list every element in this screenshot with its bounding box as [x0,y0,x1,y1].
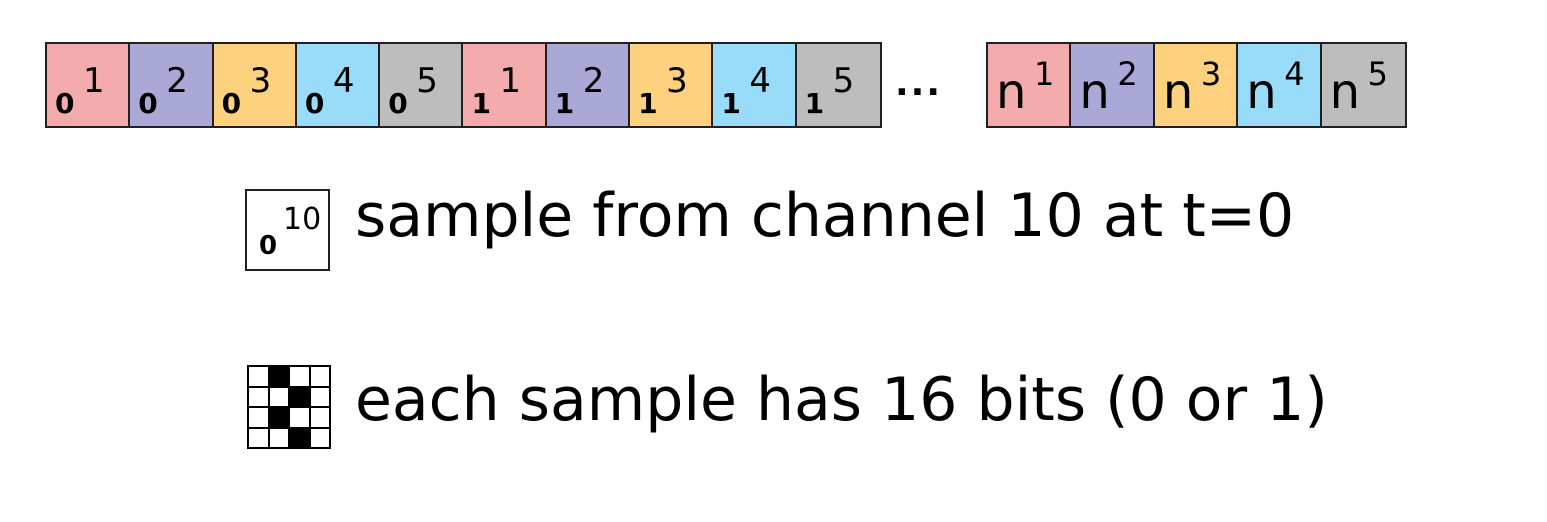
bit-cell [268,427,289,448]
cell-channel-label: 2 [582,61,605,101]
ellipsis: ... [895,63,943,104]
cell-time-label: 0 [221,87,242,120]
sample-cell-1-3: 1 3 [630,44,714,126]
bit-cell [309,386,330,407]
sample-sequence-left: 0 1 0 2 0 3 0 4 0 5 1 1 1 2 1 3 1 4 1 5 [45,42,882,128]
sample-cell-0-2: 0 2 [130,44,214,126]
cell-time-label: 0 [304,87,325,120]
bit-cell [289,386,310,407]
cell-channel-label: 5 [1367,55,1388,93]
cell-time-label: 1 [721,87,741,120]
cell-time-label: 1 [638,87,658,120]
cell-channel-label: 1 [499,61,522,101]
bit-cell [268,407,289,428]
cell-time-label: 1 [471,87,491,120]
cell-channel-label: 1 [83,61,105,101]
sample-cell-1-4: 1 4 [713,44,797,126]
sample-cell-1-1: 1 1 [463,44,547,126]
sample-cell-1-2: 1 2 [546,44,631,126]
sample-cell-0-1: 0 1 [47,44,131,126]
sample-cell-n-4: n 4 [1238,44,1322,126]
bit-cell [268,366,289,387]
cell-channel-label: 4 [749,61,772,101]
cell-time-label: n [1246,64,1277,120]
cell-time-label: 0 [388,87,408,120]
bit-cell [309,366,330,387]
legend-sample-cell: 0 10 [245,189,330,271]
cell-channel-label: 5 [832,61,855,101]
bit-cell [248,427,269,448]
legend-sample-description: sample from channel 10 at t=0 [355,181,1295,251]
bit-cell [289,366,310,387]
sample-cell-0-5: 0 5 [380,44,464,126]
cell-channel-label: 4 [332,61,355,101]
legend-time-label: 0 [259,231,278,261]
cell-channel-label: 1 [1034,55,1055,93]
bit-cell [289,427,310,448]
cell-channel-label: 3 [1200,55,1222,93]
cell-time-label: n [1329,64,1361,120]
sample-cell-0-4: 0 4 [296,44,381,126]
cell-time-label: 1 [554,87,575,120]
bit-cell [309,407,330,428]
bit-cell [309,427,330,448]
bit-cell [268,386,289,407]
sample-cell-n-5: n 5 [1321,44,1406,126]
sample-cell-1-5: 1 5 [796,44,880,126]
sample-cell-n-1: n 1 [988,44,1072,126]
cell-channel-label: 3 [666,61,688,101]
cell-time-label: n [996,64,1027,120]
cell-time-label: 0 [138,87,158,120]
bit-cell [248,407,269,428]
cell-time-label: 0 [55,87,75,120]
sample-cell-n-3: n 3 [1154,44,1239,126]
bit-cell [248,386,269,407]
legend-channel-label: 10 [283,202,322,237]
cell-time-label: n [1162,64,1194,120]
bit-cell [289,407,310,428]
sample-cell-n-2: n 2 [1071,44,1155,126]
sample-sequence-right: n 1 n 2 n 3 n 4 n 5 [986,42,1407,128]
cell-channel-label: 3 [249,61,272,101]
cell-channel-label: 5 [416,61,438,101]
legend-bits-grid [247,365,331,449]
bit-cell [248,366,269,387]
cell-time-label: n [1079,64,1110,120]
cell-channel-label: 2 [1117,55,1138,93]
cell-channel-label: 2 [166,61,188,101]
legend-bits-description: each sample has 16 bits (0 or 1) [355,365,1328,435]
cell-channel-label: 4 [1284,55,1305,93]
sample-cell-0-3: 0 3 [213,44,297,126]
cell-time-label: 1 [804,87,825,120]
